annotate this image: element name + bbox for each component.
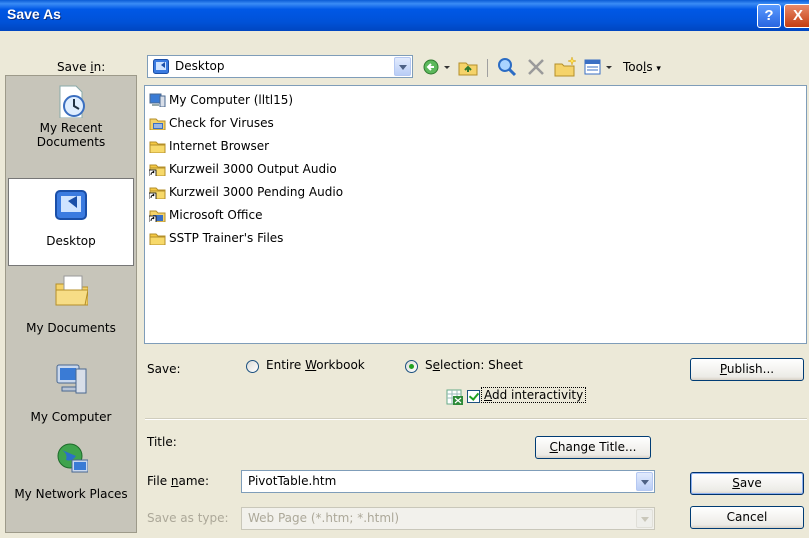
my-documents-icon xyxy=(55,275,89,306)
interactivity-icon xyxy=(446,389,463,405)
search-web-icon[interactable] xyxy=(495,55,519,79)
place-my-documents[interactable]: My Documents xyxy=(8,272,134,342)
save-options-label: Save: xyxy=(147,362,181,376)
folder-shortcut-icon xyxy=(149,164,166,176)
save-as-type-select: Web Page (*.htm; *.html) xyxy=(241,507,655,530)
file-name-label: File name: xyxy=(147,474,209,488)
save-as-type-dropdown-arrow xyxy=(636,509,653,528)
file-list[interactable]: My Computer (lltl15) Check for Viruses I… xyxy=(144,85,807,344)
close-button[interactable]: X xyxy=(784,4,809,28)
file-name-dropdown-arrow[interactable] xyxy=(636,472,653,491)
views-icon[interactable] xyxy=(583,55,615,79)
file-name: Internet Browser xyxy=(169,139,270,153)
save-in-combo[interactable]: Desktop xyxy=(147,55,413,78)
publish-button[interactable]: Publish... xyxy=(690,358,804,381)
save-as-type-value: Web Page (*.htm; *.html) xyxy=(248,511,400,525)
program-group-icon xyxy=(149,118,166,130)
file-name-value: PivotTable.htm xyxy=(248,474,337,488)
place-my-network-places[interactable]: My Network Places xyxy=(8,442,134,526)
delete-icon[interactable] xyxy=(525,55,547,79)
save-in-label: Save in: xyxy=(57,60,106,74)
place-label: My Documents xyxy=(26,321,116,335)
folder-icon xyxy=(149,141,166,153)
file-name: SSTP Trainer's Files xyxy=(169,231,284,245)
network-places-icon xyxy=(57,443,89,473)
add-interactivity-label[interactable]: Add interactivity xyxy=(481,387,587,403)
title-bar[interactable]: Save As ? X xyxy=(0,0,809,31)
place-label: My Network Places xyxy=(14,487,128,501)
file-name: Kurzweil 3000 Output Audio xyxy=(169,162,337,176)
place-my-computer[interactable]: My Computer xyxy=(8,361,134,431)
separator xyxy=(145,418,807,420)
save-as-type-label: Save as type: xyxy=(147,511,229,525)
folder-icon xyxy=(149,233,166,245)
selection-sheet-radio[interactable] xyxy=(405,360,418,373)
place-label: Desktop xyxy=(46,234,96,248)
help-button[interactable]: ? xyxy=(757,4,781,28)
file-name-input[interactable]: PivotTable.htm xyxy=(241,470,655,493)
places-bar: My Recent Documents Desktop My Documents xyxy=(5,75,137,533)
place-my-recent-documents[interactable]: My Recent Documents xyxy=(8,84,134,176)
file-name: My Computer (lltl15) xyxy=(169,93,294,107)
desktop-small-icon xyxy=(153,59,169,74)
file-name: Kurzweil 3000 Pending Audio xyxy=(169,185,344,199)
recent-documents-icon xyxy=(59,85,85,119)
desktop-icon xyxy=(55,190,87,220)
entire-workbook-label[interactable]: Entire Workbook xyxy=(266,358,365,372)
save-in-dropdown-arrow[interactable] xyxy=(394,57,411,76)
computer-icon xyxy=(149,93,166,107)
title-label: Title: xyxy=(147,435,177,449)
entire-workbook-radio[interactable] xyxy=(246,360,259,373)
place-label: My Computer xyxy=(30,410,112,424)
tools-menu[interactable]: Tools ▾ xyxy=(623,60,661,74)
back-button[interactable] xyxy=(420,55,454,79)
window-title: Save As xyxy=(7,6,61,22)
save-button[interactable]: Save xyxy=(690,472,804,495)
add-interactivity-checkbox[interactable] xyxy=(467,390,480,403)
folder-shortcut-icon xyxy=(149,187,166,199)
place-desktop[interactable]: Desktop xyxy=(8,178,134,266)
new-folder-icon[interactable] xyxy=(553,55,577,79)
selection-sheet-label[interactable]: Selection: Sheet xyxy=(425,358,523,372)
cancel-button[interactable]: Cancel xyxy=(690,506,804,529)
toolbar-separator xyxy=(487,59,488,77)
up-folder-icon[interactable] xyxy=(457,55,479,79)
place-label: My Recent Documents xyxy=(36,121,106,149)
file-name: Microsoft Office xyxy=(169,208,263,222)
program-group-shortcut-icon xyxy=(149,210,166,222)
change-title-button[interactable]: Change Title... xyxy=(535,436,651,459)
my-computer-icon xyxy=(56,364,87,394)
save-in-value: Desktop xyxy=(175,59,225,73)
save-as-dialog: Save As ? X Save in: Desktop Tools ▾ My … xyxy=(0,0,809,538)
file-name: Check for Viruses xyxy=(169,116,274,130)
